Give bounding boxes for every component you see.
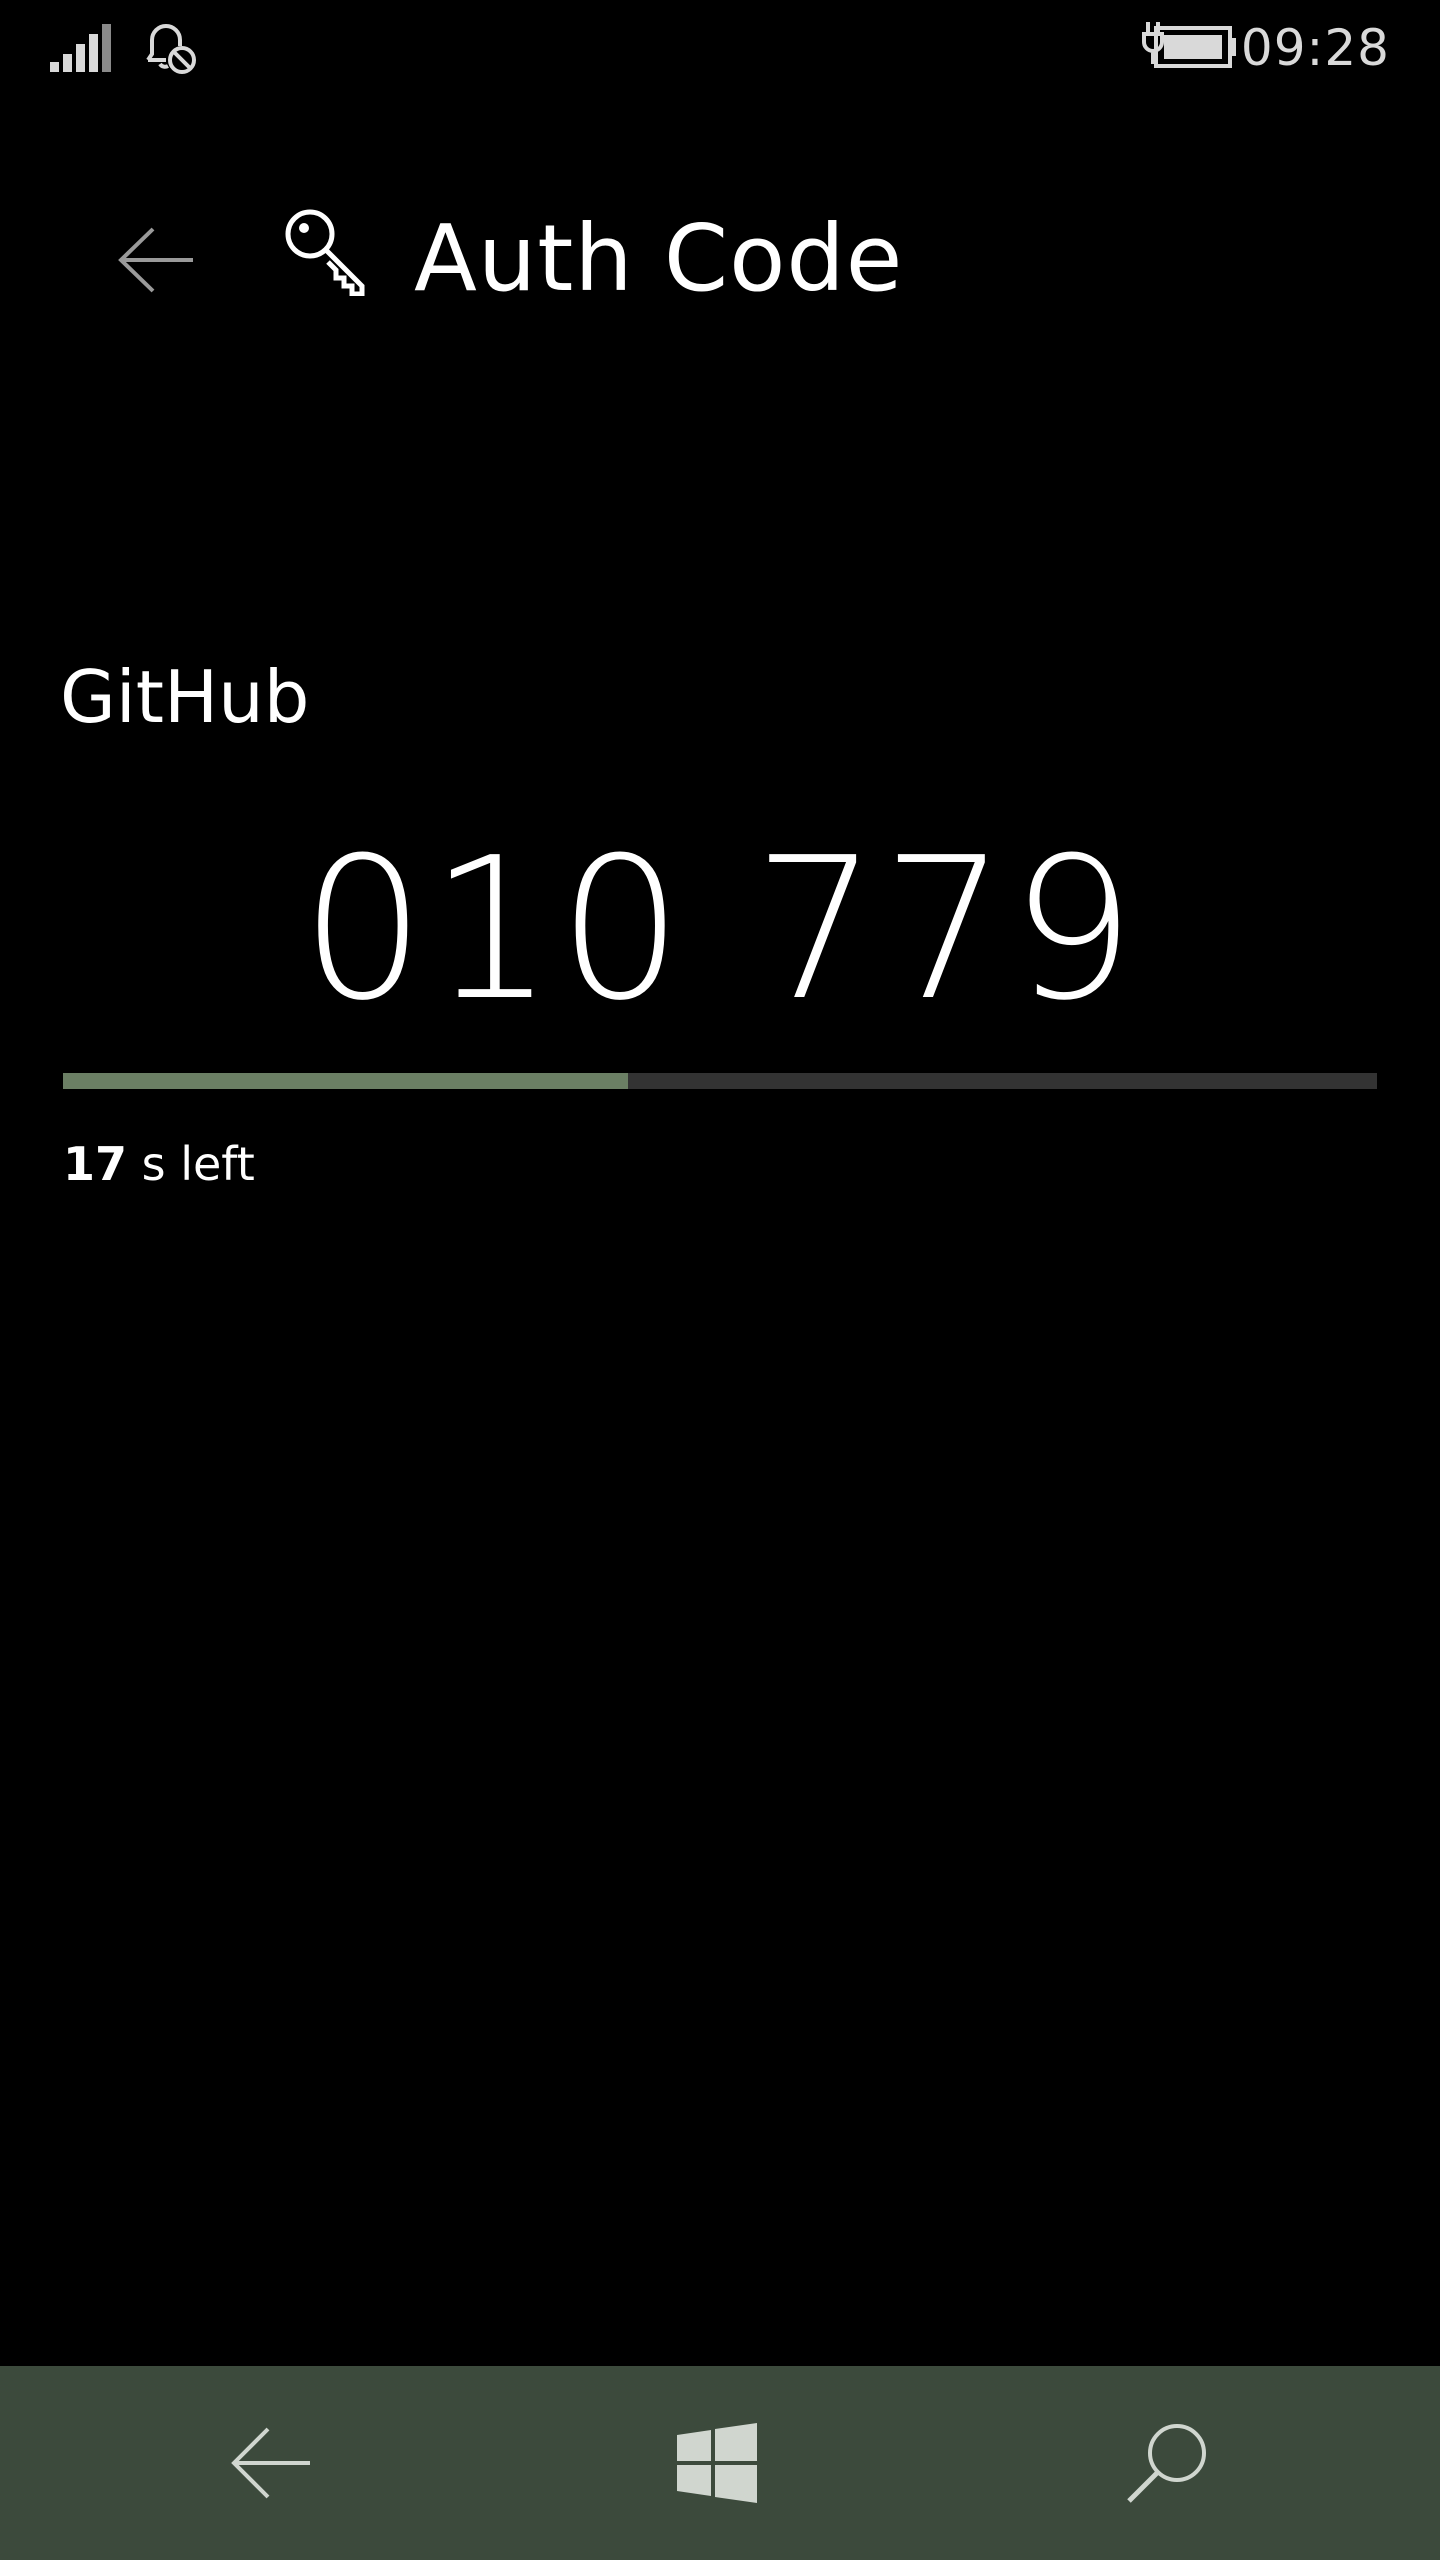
signal-icon — [50, 24, 111, 72]
time-left-suffix: s left — [127, 1137, 255, 1191]
nav-start-button[interactable] — [617, 2366, 817, 2560]
countdown-progress-fill — [63, 1073, 629, 1089]
auth-code[interactable]: 010 779 — [0, 820, 1440, 1040]
key-icon — [285, 209, 365, 296]
search-icon — [1127, 2424, 1206, 2503]
back-arrow-icon — [231, 2427, 310, 2499]
time-left-label: 17 s left — [63, 1134, 255, 1194]
nav-search-button[interactable] — [1067, 2366, 1267, 2560]
screen: 09:28 Auth Code GitHub 010 779 17 s left — [0, 0, 1440, 2560]
windows-start-icon — [677, 2423, 757, 2503]
header: Auth Code — [0, 170, 1440, 350]
back-button[interactable] — [102, 210, 212, 310]
battery-charging-icon — [1142, 22, 1236, 68]
page-title: Auth Code — [414, 205, 904, 312]
account-name: GitHub — [60, 655, 310, 739]
status-bar: 09:28 — [0, 0, 1440, 96]
back-arrow-icon — [118, 227, 193, 293]
countdown-progress-bar — [63, 1073, 1377, 1089]
navigation-bar — [0, 2366, 1440, 2560]
nav-back-button[interactable] — [172, 2366, 372, 2560]
clock: 09:28 — [1240, 19, 1390, 77]
seconds-left: 17 — [63, 1137, 128, 1191]
alarm-off-icon — [146, 24, 196, 74]
